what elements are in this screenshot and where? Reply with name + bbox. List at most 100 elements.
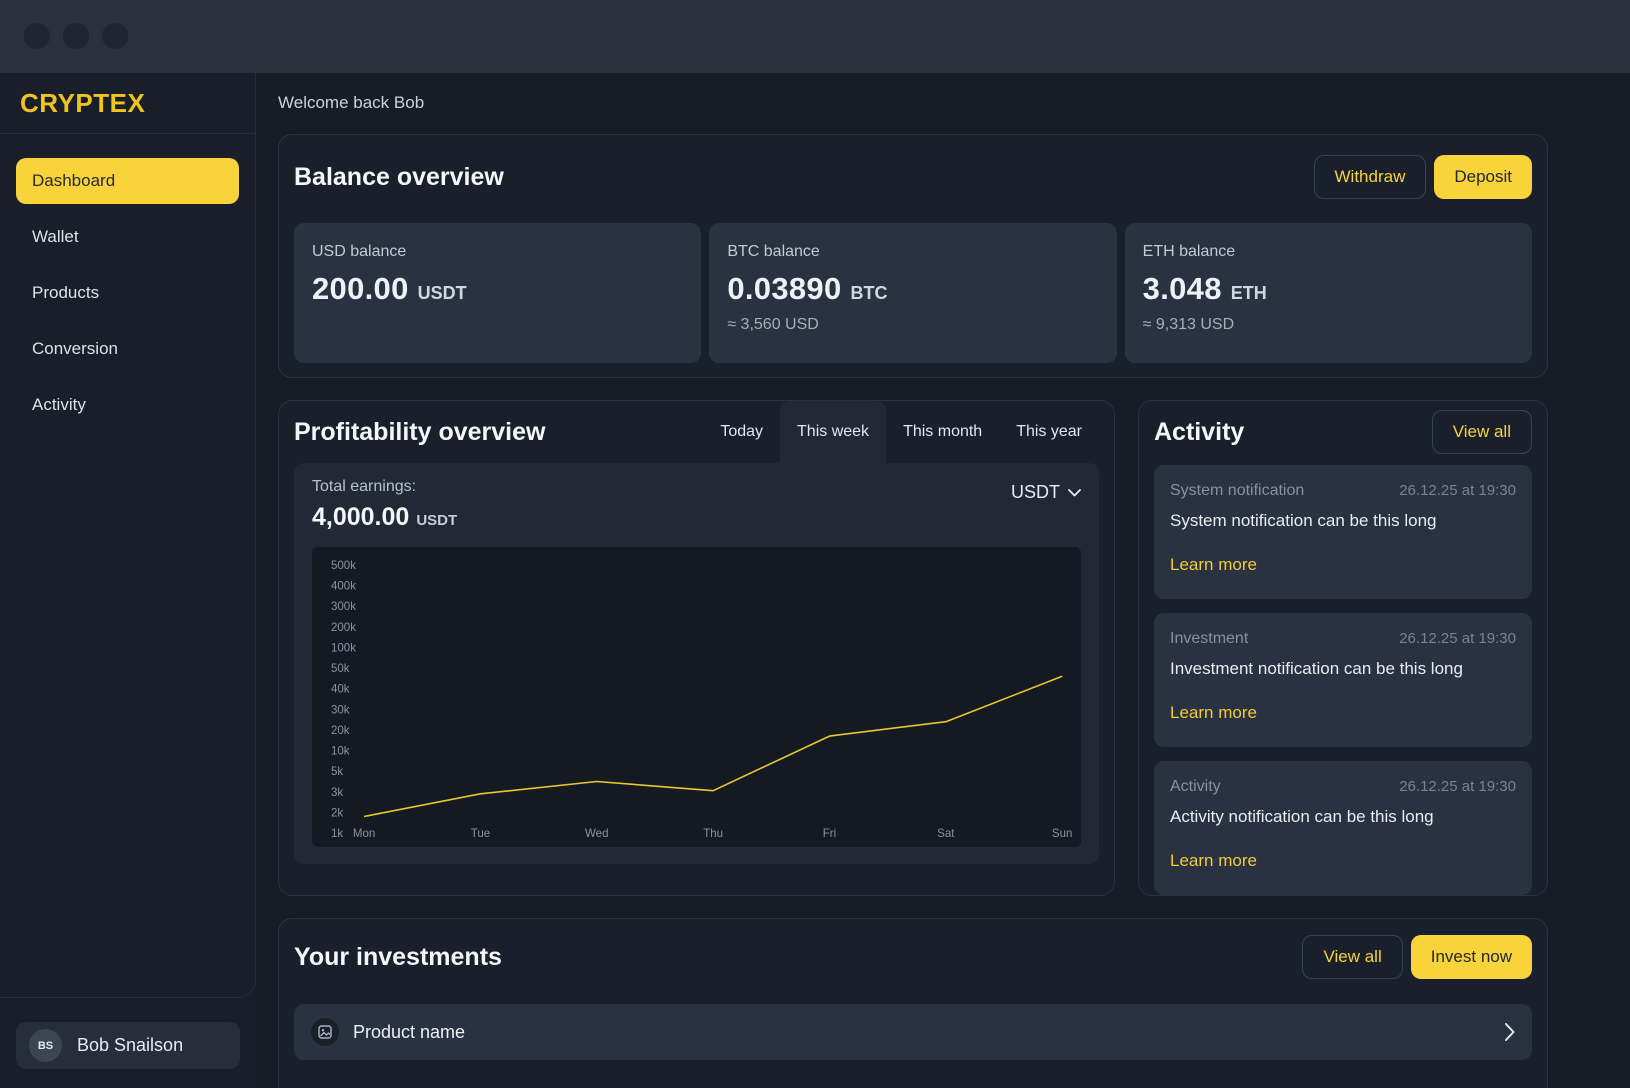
- svg-text:30k: 30k: [331, 704, 350, 716]
- balance-overview-card: Balance overview Withdraw Deposit USD ba…: [278, 134, 1548, 378]
- image-icon: [318, 1025, 332, 1039]
- chevron-down-icon: [1068, 489, 1081, 497]
- product-image-badge: [311, 1018, 339, 1046]
- sidebar-item-conversion[interactable]: Conversion: [16, 326, 239, 372]
- balance-label: ETH balance: [1143, 243, 1514, 261]
- app-shell: CRYPTEX Dashboard Wallet Products Conver…: [0, 72, 1630, 1088]
- app-logo: CRYPTEX: [20, 88, 145, 119]
- sidebar-nav: Dashboard Wallet Products Conversion Act…: [0, 134, 255, 462]
- svg-text:10k: 10k: [331, 746, 350, 758]
- notification-category: Activity: [1170, 778, 1221, 796]
- svg-text:400k: 400k: [331, 581, 356, 593]
- window-control-dot[interactable]: [102, 23, 128, 49]
- user-chip[interactable]: BS Bob Snailson: [16, 1022, 240, 1069]
- period-tabs: Today This week This month This year: [703, 401, 1099, 463]
- tab-this-week[interactable]: This week: [780, 401, 886, 463]
- svg-text:Wed: Wed: [585, 828, 608, 840]
- svg-text:300k: 300k: [331, 601, 356, 613]
- product-name: Product name: [353, 1022, 465, 1043]
- btc-balance-tile: BTC balance 0.03890 BTC ≈ 3,560 USD: [709, 223, 1116, 363]
- balance-label: USD balance: [312, 243, 683, 261]
- eth-balance-tile: ETH balance 3.048 ETH ≈ 9,313 USD: [1125, 223, 1532, 363]
- activity-view-all-button[interactable]: View all: [1432, 410, 1532, 454]
- profitability-card: Profitability overview Today This week T…: [278, 400, 1115, 896]
- notification-category: Investment: [1170, 630, 1248, 648]
- balance-value: 200.00: [312, 271, 409, 307]
- earnings-panel: Total earnings: 4,000.00 USDT USDT 1: [294, 463, 1099, 864]
- tab-this-month[interactable]: This month: [886, 401, 999, 463]
- sidebar: CRYPTEX Dashboard Wallet Products Conver…: [0, 73, 256, 1088]
- balance-label: BTC balance: [727, 243, 1098, 261]
- learn-more-link[interactable]: Learn more: [1170, 555, 1257, 575]
- sidebar-item-dashboard[interactable]: Dashboard: [16, 158, 239, 204]
- sidebar-item-activity[interactable]: Activity: [16, 382, 239, 428]
- svg-text:200k: 200k: [331, 622, 356, 634]
- sidebar-item-label: Dashboard: [32, 171, 115, 191]
- investments-title: Your investments: [294, 943, 502, 972]
- notification-card: Activity 26.12.25 at 19:30 Activity noti…: [1154, 761, 1532, 895]
- investments-view-all-button[interactable]: View all: [1302, 935, 1402, 979]
- total-earnings-label: Total earnings:: [312, 478, 457, 496]
- balance-unit: BTC: [851, 283, 888, 304]
- main-content: Welcome back Bob Balance overview Withdr…: [256, 73, 1630, 1088]
- profitability-title: Profitability overview: [294, 418, 545, 447]
- invest-now-button[interactable]: Invest now: [1411, 935, 1532, 979]
- balance-value: 0.03890: [727, 271, 841, 307]
- svg-text:Sat: Sat: [937, 828, 955, 840]
- sidebar-item-wallet[interactable]: Wallet: [16, 214, 239, 260]
- balance-approx-usd: ≈ 9,313 USD: [1143, 316, 1514, 334]
- window-control-dot[interactable]: [63, 23, 89, 49]
- activity-title: Activity: [1154, 418, 1244, 447]
- tab-this-year[interactable]: This year: [999, 401, 1099, 463]
- sidebar-item-products[interactable]: Products: [16, 270, 239, 316]
- svg-text:Fri: Fri: [823, 828, 836, 840]
- sidebar-top: CRYPTEX Dashboard Wallet Products Conver…: [0, 73, 256, 998]
- investments-card: Your investments View all Invest now Pro…: [278, 918, 1548, 1088]
- deposit-button[interactable]: Deposit: [1434, 155, 1532, 199]
- notification-category: System notification: [1170, 482, 1304, 500]
- balance-tiles: USD balance 200.00 USDT BTC balance 0.03…: [294, 223, 1532, 363]
- notification-datetime: 26.12.25 at 19:30: [1399, 482, 1516, 500]
- balance-title: Balance overview: [294, 163, 504, 192]
- earnings-chart: 1k2k3k5k10k20k30k40k50k100k200k300k400k5…: [312, 547, 1081, 847]
- svg-text:40k: 40k: [331, 684, 350, 696]
- sidebar-item-label: Activity: [32, 395, 86, 415]
- user-name: Bob Snailson: [77, 1035, 183, 1056]
- svg-text:3k: 3k: [331, 787, 343, 799]
- usd-balance-tile: USD balance 200.00 USDT: [294, 223, 701, 363]
- avatar: BS: [29, 1029, 62, 1062]
- tab-today[interactable]: Today: [703, 401, 780, 463]
- sidebar-item-label: Conversion: [32, 339, 118, 359]
- notification-datetime: 26.12.25 at 19:30: [1399, 778, 1516, 796]
- notification-card: System notification 26.12.25 at 19:30 Sy…: [1154, 465, 1532, 599]
- withdraw-button[interactable]: Withdraw: [1314, 155, 1427, 199]
- svg-text:Tue: Tue: [471, 828, 490, 840]
- window-titlebar: [0, 0, 1630, 72]
- svg-text:1k: 1k: [331, 828, 343, 840]
- notification-message: System notification can be this long: [1170, 511, 1516, 531]
- currency-selected-label: USDT: [1011, 482, 1060, 503]
- product-row[interactable]: Product name: [294, 1004, 1532, 1060]
- balance-unit: USDT: [418, 283, 467, 304]
- svg-text:Thu: Thu: [703, 828, 723, 840]
- notification-message: Activity notification can be this long: [1170, 807, 1516, 827]
- activity-card: Activity View all System notification 26…: [1138, 400, 1548, 896]
- balance-value: 3.048: [1143, 271, 1222, 307]
- sidebar-item-label: Wallet: [32, 227, 79, 247]
- notification-datetime: 26.12.25 at 19:30: [1399, 630, 1516, 648]
- chevron-right-icon: [1505, 1023, 1515, 1041]
- total-earnings-unit: USDT: [416, 512, 457, 529]
- svg-text:5k: 5k: [331, 766, 343, 778]
- balance-unit: ETH: [1231, 283, 1267, 304]
- window-control-dot[interactable]: [24, 23, 50, 49]
- svg-text:50k: 50k: [331, 663, 350, 675]
- svg-text:100k: 100k: [331, 642, 356, 654]
- notification-card: Investment 26.12.25 at 19:30 Investment …: [1154, 613, 1532, 747]
- learn-more-link[interactable]: Learn more: [1170, 851, 1257, 871]
- svg-text:2k: 2k: [331, 807, 343, 819]
- total-earnings-value: 4,000.00: [312, 503, 409, 532]
- currency-selector[interactable]: USDT: [1011, 482, 1081, 503]
- notification-message: Investment notification can be this long: [1170, 659, 1516, 679]
- learn-more-link[interactable]: Learn more: [1170, 703, 1257, 723]
- svg-text:20k: 20k: [331, 725, 350, 737]
